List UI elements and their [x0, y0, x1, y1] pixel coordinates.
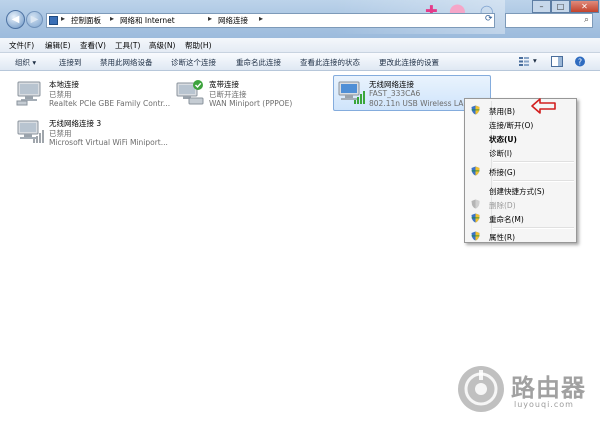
forward-button[interactable]: ▶	[26, 11, 43, 28]
menu-bar: 文件(F) 编辑(E) 查看(V) 工具(T) 高级(N) 帮助(H)	[0, 38, 600, 53]
change-settings-button[interactable]: 更改此连接的设置	[379, 57, 439, 68]
wired-network-icon	[16, 81, 41, 106]
context-item-label: 状态(U)	[489, 135, 517, 144]
address-bar[interactable]: ▸ 控制面板 ▸ 网络和 Internet ▸ 网络连接 ▸	[46, 13, 495, 28]
breadcrumb-network-connections[interactable]: 网络连接	[218, 15, 248, 26]
title-address-bar: ✚ ⬤ ◯ – □ ✕ ◀ ▶ ▸ 控制面板 ▸ 网络和 Internet ▸ …	[0, 0, 600, 38]
wireless-network-icon	[338, 81, 365, 104]
context-item-label: 创建快捷方式(S)	[489, 187, 545, 196]
view-status-button[interactable]: 查看此连接的状态	[300, 57, 360, 68]
network-connections-window: ✚ ⬤ ◯ – □ ✕ ◀ ▶ ▸ 控制面板 ▸ 网络和 Internet ▸ …	[0, 0, 600, 431]
context-item-bridge[interactable]: 桥接(G)	[467, 164, 574, 178]
breadcrumb-separator-icon[interactable]: ▸	[259, 14, 263, 23]
wireless-network-disabled-icon	[17, 120, 44, 143]
svg-text:?: ?	[578, 58, 582, 67]
breadcrumb-separator-icon[interactable]: ▸	[110, 14, 114, 23]
minimize-button[interactable]: –	[532, 0, 551, 13]
watermark: 路由器 luyouqi.com	[458, 366, 598, 416]
menu-tools[interactable]: 工具(T)	[115, 40, 140, 51]
help-icon[interactable]: ?	[574, 56, 586, 67]
connect-to-button[interactable]: 连接到	[59, 57, 82, 68]
uac-shield-icon	[471, 199, 480, 209]
menu-file[interactable]: 文件(F)	[9, 40, 34, 51]
context-item-diagnose[interactable]: 诊断(I)	[467, 145, 574, 159]
disable-device-button[interactable]: 禁用此网络设备	[100, 57, 153, 68]
connection-device: 802.11n USB Wireless LAN	[369, 99, 470, 108]
maximize-button[interactable]: □	[551, 0, 570, 13]
organize-button[interactable]: 组织 ▾	[15, 57, 36, 68]
context-item-status[interactable]: 状态(U)	[467, 131, 574, 145]
control-panel-icon	[49, 16, 58, 25]
context-menu-separator	[493, 161, 574, 163]
context-menu-separator	[493, 180, 574, 182]
diagnose-button[interactable]: 诊断这个连接	[171, 57, 216, 68]
preview-pane-icon[interactable]	[551, 56, 563, 67]
context-item-properties[interactable]: 属性(R)	[467, 229, 574, 243]
change-view-icon[interactable]	[518, 56, 530, 67]
uac-shield-icon	[471, 166, 480, 176]
connection-device: WAN Miniport (PPPOE)	[209, 99, 293, 108]
watermark-subtitle: luyouqi.com	[514, 400, 574, 409]
context-item-rename[interactable]: 重命名(M)	[467, 211, 574, 225]
menu-view[interactable]: 查看(V)	[80, 40, 106, 51]
close-button[interactable]: ✕	[570, 0, 599, 13]
breadcrumb-separator-icon[interactable]: ▸	[208, 14, 212, 23]
context-item-label: 桥接(G)	[489, 168, 516, 177]
connection-broadband[interactable]: 宽带连接 已断开连接 WAN Miniport (PPPOE)	[175, 76, 325, 110]
connection-ssid: FAST_333CA6	[369, 89, 421, 98]
context-menu: 禁用(B) 连接/断开(O) 状态(U) 诊断(I) 桥接(G) 创建快捷方式(…	[464, 98, 577, 243]
menu-edit[interactable]: 编辑(E)	[45, 40, 71, 51]
command-toolbar: 组织 ▾ 连接到 禁用此网络设备 诊断这个连接 重命名此连接 查看此连接的状态 …	[0, 53, 600, 71]
rename-button[interactable]: 重命名此连接	[236, 57, 281, 68]
search-input[interactable]: ⌕	[505, 13, 593, 28]
context-item-connect-disconnect[interactable]: 连接/断开(O)	[467, 117, 574, 131]
menu-help[interactable]: 帮助(H)	[185, 40, 212, 51]
context-item-create-shortcut[interactable]: 创建快捷方式(S)	[467, 183, 574, 197]
context-item-label: 连接/断开(O)	[489, 121, 534, 130]
broadband-network-icon	[176, 80, 204, 105]
connection-wireless-3[interactable]: 无线网络连接 3 已禁用 Microsoft Virtual WiFi Mini…	[15, 115, 175, 149]
refresh-icon[interactable]: ⟳	[485, 14, 496, 26]
watermark-title: 路由器	[511, 374, 586, 402]
uac-shield-icon	[471, 105, 480, 115]
chevron-down-icon[interactable]: ▾	[533, 56, 537, 65]
arrow-left-icon: ◀	[11, 14, 20, 25]
breadcrumb-network-internet[interactable]: 网络和 Internet	[120, 15, 175, 26]
uac-shield-icon	[471, 231, 480, 241]
context-item-label: 重命名(M)	[489, 215, 524, 224]
context-item-label: 删除(D)	[489, 201, 516, 210]
context-item-label: 禁用(B)	[489, 107, 515, 116]
menu-advanced[interactable]: 高级(N)	[149, 40, 175, 51]
uac-shield-icon	[471, 213, 480, 223]
connection-device: Realtek PCIe GBE Family Contr...	[49, 99, 171, 108]
context-item-label: 属性(R)	[489, 233, 516, 242]
context-item-label: 诊断(I)	[489, 149, 513, 158]
router-logo-icon	[458, 366, 504, 412]
context-item-delete: 删除(D)	[467, 197, 574, 211]
annotation-arrow-icon	[531, 98, 556, 114]
back-button[interactable]: ◀	[6, 10, 25, 29]
breadcrumb-separator-icon[interactable]: ▸	[61, 14, 65, 23]
connection-device: Microsoft Virtual WiFi Miniport...	[49, 138, 168, 147]
context-item-disable[interactable]: 禁用(B)	[467, 103, 574, 117]
breadcrumb-control-panel[interactable]: 控制面板	[71, 15, 101, 26]
search-icon[interactable]: ⌕	[584, 15, 589, 25]
connection-local-area[interactable]: 本地连接 已禁用 Realtek PCIe GBE Family Contr..…	[15, 76, 175, 110]
arrow-right-icon: ▶	[30, 14, 39, 25]
